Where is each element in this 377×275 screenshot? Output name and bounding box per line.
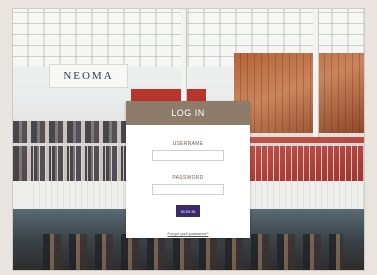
wood-slats — [234, 53, 364, 133]
neoma-logo-text: NEOMA — [63, 70, 114, 82]
neoma-sign: NEOMA — [49, 64, 128, 88]
lower-crowd — [43, 234, 343, 270]
forgot-password-link[interactable]: Forgot your password? — [126, 231, 250, 236]
sign-in-button[interactable]: SIGN IN — [176, 205, 200, 217]
username-input[interactable] — [152, 150, 224, 161]
password-input[interactable] — [152, 184, 224, 195]
login-card: LOG IN USERNAME PASSWORD SIGN IN Forgot … — [126, 101, 250, 238]
login-title: LOG IN — [171, 108, 205, 118]
login-header: LOG IN — [126, 101, 250, 125]
